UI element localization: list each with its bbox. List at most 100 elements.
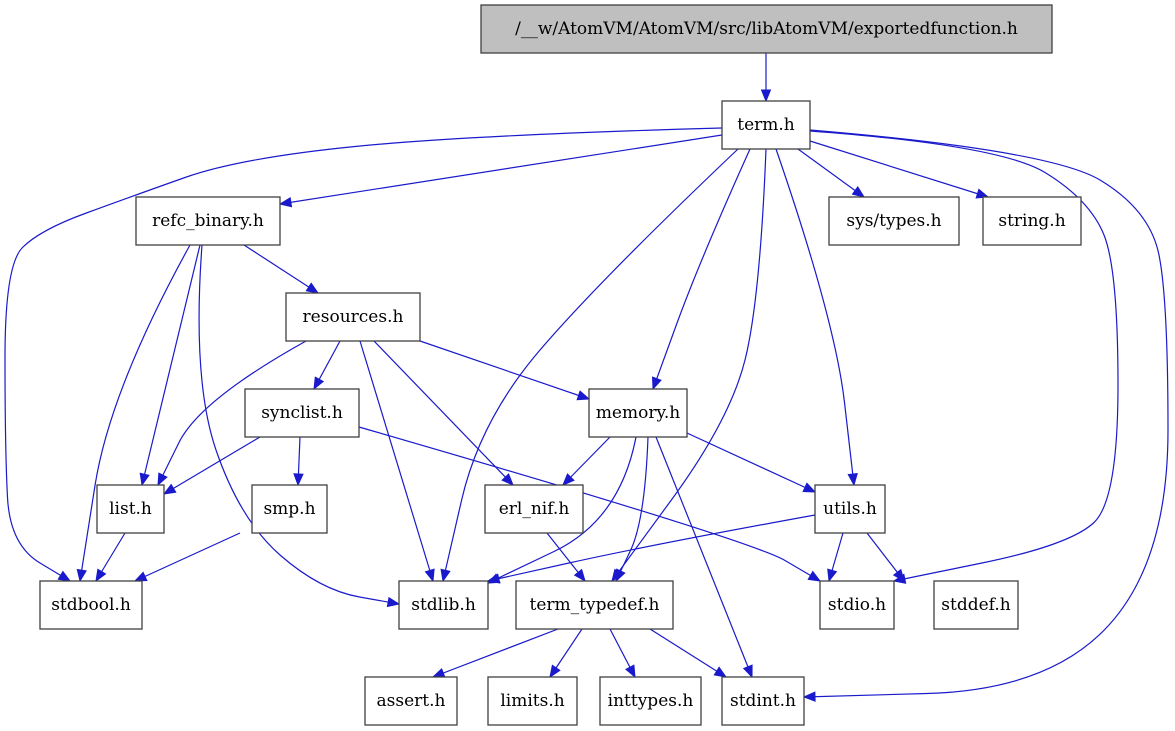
edge-refc-binary-to-resources — [243, 244, 320, 294]
arrowhead-icon — [652, 376, 662, 391]
edge-line — [809, 140, 989, 198]
edge-erl-nif-to-term-typedef — [546, 532, 586, 583]
edge-memory-to-stdint — [655, 436, 753, 679]
edge-line — [279, 134, 723, 205]
edge-term-to-term-typedef — [611, 148, 767, 583]
arrowhead-icon — [95, 568, 107, 583]
node-label: smp.h — [263, 499, 315, 519]
arrowhead-icon — [742, 664, 753, 679]
arrowhead-icon — [424, 568, 435, 583]
header-node-assert[interactable]: assert.h — [364, 676, 458, 726]
node-label: list.h — [109, 499, 152, 519]
edge-memory-to-utils — [686, 432, 817, 493]
edge-line — [615, 436, 649, 582]
header-node-term[interactable]: term.h — [721, 100, 811, 150]
arrowhead-icon — [162, 483, 177, 495]
arrowhead-icon — [57, 570, 72, 582]
arrowhead-icon — [139, 472, 150, 487]
arrowhead-icon — [713, 666, 728, 678]
header-node-stdbool[interactable]: stdbool.h — [39, 580, 143, 630]
arrowhead-icon — [802, 691, 816, 702]
header-node-stdint[interactable]: stdint.h — [721, 676, 805, 726]
node-label: stdlib.h — [411, 595, 476, 615]
edge-line — [649, 628, 727, 678]
header-node-inttypes[interactable]: inttypes.h — [599, 676, 702, 726]
edge-memory-to-term-typedef — [615, 436, 649, 583]
edge-line — [163, 436, 261, 495]
edge-line — [419, 340, 590, 400]
header-node-utils[interactable]: utils.h — [814, 484, 886, 534]
node-label: inttypes.h — [608, 691, 694, 711]
header-node-stdio[interactable]: stdio.h — [819, 580, 895, 630]
edge-term-to-string — [809, 140, 990, 199]
arrowhead-icon — [440, 568, 451, 583]
edge-line — [686, 432, 816, 493]
edge-memory-to-erl-nif — [562, 436, 611, 486]
edge-term-to-refc-binary — [278, 134, 723, 208]
header-node-sys-types[interactable]: sys/types.h — [828, 196, 960, 246]
nodes-layer: /__w/AtomVM/AtomVM/src/libAtomVM/exporte… — [39, 4, 1082, 726]
edge-term-typedef-to-inttypes — [609, 628, 636, 679]
arrowhead-icon — [576, 390, 591, 401]
edge-resources-to-synclist — [313, 340, 341, 391]
header-node-term-typedef[interactable]: term_typedef.h — [515, 580, 674, 630]
arrowhead-icon — [305, 282, 320, 294]
edge-term-to-sys-types — [797, 148, 866, 198]
edge-term-typedef-to-assert — [431, 628, 559, 678]
edge-line — [432, 628, 559, 678]
edge-term-typedef-to-stdint — [649, 628, 728, 678]
header-node-string[interactable]: string.h — [982, 196, 1082, 246]
arrowhead-icon — [278, 197, 293, 208]
edge-line — [373, 340, 514, 486]
edge-line — [797, 148, 865, 198]
header-node-synclist[interactable]: synclist.h — [244, 388, 360, 438]
edge-smp-to-stdbool — [133, 532, 241, 582]
node-label: memory.h — [596, 403, 680, 423]
header-node-refc-binary[interactable]: refc_binary.h — [135, 196, 281, 246]
arrowhead-icon — [625, 664, 636, 679]
arrowhead-icon — [313, 376, 325, 391]
node-label: utils.h — [823, 499, 877, 519]
node-label: stdint.h — [730, 691, 796, 711]
header-node-stddef[interactable]: stddef.h — [933, 580, 1019, 630]
edge-synclist-to-stdio — [358, 426, 822, 582]
node-label: erl_nif.h — [499, 499, 570, 519]
arrowhead-icon — [549, 664, 561, 679]
edge-resources-to-memory — [419, 340, 591, 401]
edge-line — [358, 426, 821, 582]
edge-line — [359, 340, 434, 582]
node-label: limits.h — [500, 691, 564, 711]
arrowhead-icon — [431, 667, 446, 678]
edge-line — [134, 532, 241, 582]
include-dependency-graph: /__w/AtomVM/AtomVM/src/libAtomVM/exporte… — [4, 4, 1169, 726]
arrowhead-icon — [760, 89, 772, 103]
arrowhead-icon — [802, 482, 817, 493]
node-label: sys/types.h — [846, 211, 941, 231]
node-label: /__w/AtomVM/AtomVM/src/libAtomVM/exporte… — [515, 19, 1018, 39]
arrowhead-icon — [486, 573, 501, 584]
edge-resources-to-stdlib — [359, 340, 435, 583]
edge-utils-to-stddef — [866, 532, 905, 583]
arrowhead-icon — [851, 185, 866, 198]
edge-utils-to-stdio — [827, 532, 844, 583]
header-node-limits[interactable]: limits.h — [487, 676, 578, 726]
edge-root-to-term — [760, 53, 772, 103]
header-node-resources[interactable]: resources.h — [285, 292, 421, 342]
arrowhead-icon — [157, 472, 168, 487]
node-label: term.h — [737, 115, 795, 135]
node-label: synclist.h — [261, 403, 343, 423]
header-node-erl-nif[interactable]: erl_nif.h — [484, 484, 584, 534]
header-node-list[interactable]: list.h — [96, 484, 165, 534]
edge-list-to-stdbool — [95, 532, 126, 583]
arrowhead-icon — [293, 473, 304, 487]
edge-term-to-memory — [652, 148, 751, 391]
edge-term-typedef-to-limits — [549, 628, 583, 679]
node-label: assert.h — [377, 691, 446, 711]
arrowhead-icon — [386, 596, 401, 608]
header-node-stdlib[interactable]: stdlib.h — [398, 580, 489, 630]
header-node-smp[interactable]: smp.h — [251, 484, 328, 534]
node-label: stdbool.h — [51, 595, 131, 615]
node-label: term_typedef.h — [530, 595, 660, 615]
header-node-memory[interactable]: memory.h — [588, 388, 688, 438]
arrowhead-icon — [615, 568, 626, 583]
